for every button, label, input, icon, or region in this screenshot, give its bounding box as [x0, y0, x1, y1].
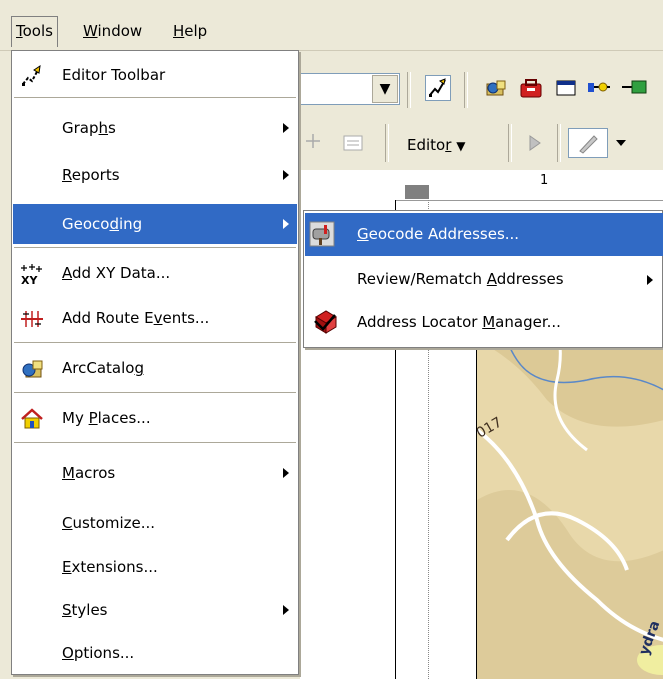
menu-separator	[14, 97, 296, 98]
editor-menu-accel: r	[445, 136, 452, 154]
address-locator-icon	[313, 309, 339, 335]
submenu-item-review-rematch[interactable]: Review/Rematch Addresses	[305, 258, 663, 301]
submenu-arrow-icon	[283, 170, 289, 180]
menu-separator	[14, 342, 296, 343]
sketch-tool-icon[interactable]	[568, 128, 608, 158]
scale-combobox[interactable]: ▼	[300, 73, 400, 105]
submenu-item-label: Address Locator Manager...	[357, 313, 561, 331]
menu-item-label: Extensions...	[62, 558, 158, 576]
command-line-icon[interactable]	[553, 75, 579, 101]
submenu-arrow-icon	[283, 123, 289, 133]
menu-item-add-xy-data[interactable]: XY Add XY Data...	[13, 253, 297, 293]
toolbar-separator	[557, 124, 561, 162]
geocoding-submenu: Geocode Addresses... Review/Rematch Addr…	[303, 210, 663, 348]
editor-toolbar-icon[interactable]	[425, 75, 451, 101]
menu-window[interactable]: Window	[79, 17, 146, 45]
menu-item-label: Graphs	[62, 119, 116, 137]
horizontal-ruler	[395, 170, 663, 201]
menu-item-label: Reports	[62, 166, 120, 184]
menu-item-label: My Places...	[62, 409, 151, 427]
menu-item-label: Add Route Events...	[62, 309, 210, 327]
menu-item-extensions[interactable]: Extensions...	[13, 547, 297, 587]
plus-icon	[300, 128, 326, 154]
submenu-item-address-locator-manager[interactable]: Address Locator Manager...	[305, 301, 663, 344]
submenu-arrow-icon	[283, 468, 289, 478]
tools-menu: Editor Toolbar Graphs Reports Geocoding …	[11, 50, 299, 675]
toolbar-separator	[508, 124, 512, 162]
menu-item-label: Geocoding	[62, 215, 143, 233]
menu-window-accel: W	[83, 22, 98, 40]
menu-item-label: Macros	[62, 464, 116, 482]
menu-help[interactable]: Help	[169, 17, 211, 45]
submenu-item-label: Review/Rematch Addresses	[357, 270, 564, 288]
menu-tools-label: ools	[22, 22, 53, 40]
menu-item-macros[interactable]: Macros	[13, 453, 297, 493]
menu-item-styles[interactable]: Styles	[13, 590, 297, 630]
menu-item-editor-toolbar[interactable]: Editor Toolbar	[13, 55, 297, 95]
menu-item-my-places[interactable]: My Places...	[13, 398, 297, 438]
menu-item-label: Styles	[62, 601, 108, 619]
submenu-arrow-icon	[283, 605, 289, 615]
menu-item-reports[interactable]: Reports	[13, 155, 297, 195]
menu-help-label: elp	[184, 22, 208, 40]
menu-item-label: Options...	[62, 644, 135, 662]
menu-item-add-route-events[interactable]: Add Route Events...	[13, 298, 297, 338]
menu-item-geocoding[interactable]: Geocoding	[13, 204, 297, 244]
mailbox-icon	[309, 221, 335, 247]
toolbar-separator	[407, 72, 411, 108]
submenu-arrow-icon	[283, 219, 289, 229]
menu-item-options[interactable]: Options...	[13, 633, 297, 673]
menu-item-graphs[interactable]: Graphs	[13, 108, 297, 148]
menu-window-label: indow	[97, 22, 143, 40]
home-icon	[19, 406, 45, 432]
map-data-frame[interactable]	[476, 300, 663, 679]
submenu-item-geocode-addresses[interactable]: Geocode Addresses...	[305, 213, 663, 256]
editor-menu-caret: ▼	[456, 139, 466, 153]
combo-dropdown-button[interactable]: ▼	[372, 75, 398, 103]
menu-separator	[14, 247, 296, 248]
menu-separator	[14, 442, 296, 443]
menu-item-label: Editor Toolbar	[62, 66, 166, 84]
menu-item-customize[interactable]: Customize...	[13, 503, 297, 543]
svg-text:XY: XY	[21, 274, 38, 286]
toolbar-separator	[385, 124, 389, 162]
ruler-indicator	[405, 185, 429, 199]
xy-data-icon: XY	[19, 261, 45, 287]
menu-item-label: Customize...	[62, 514, 156, 532]
menu-separator	[14, 392, 296, 393]
grid-icon	[340, 130, 366, 156]
toolbox-icon[interactable]	[518, 75, 544, 101]
editor-menu-button[interactable]: Editor ▼	[403, 130, 469, 160]
submenu-arrow-icon	[647, 275, 653, 285]
arccatalog-icon[interactable]	[483, 75, 509, 101]
terrain-map	[477, 300, 663, 679]
route-events-icon	[19, 306, 45, 332]
submenu-item-label: Geocode Addresses...	[357, 225, 520, 243]
model-extension-icon	[620, 75, 660, 101]
menu-bar: Tools Window Help	[0, 0, 663, 51]
arccatalog-icon	[19, 356, 45, 382]
menu-tools[interactable]: Tools	[11, 16, 58, 47]
toolbar-separator	[464, 72, 468, 108]
menu-help-accel: H	[173, 22, 185, 40]
editor-menu-label: Edito	[407, 136, 446, 154]
model-builder-icon[interactable]	[585, 75, 611, 101]
ruler-label: 1	[540, 173, 549, 188]
menu-item-label: ArcCatalog	[62, 359, 144, 377]
editor-toolbar-icon	[19, 63, 45, 89]
edit-pointer-icon[interactable]	[522, 130, 548, 156]
menu-tools-accel: T	[16, 22, 23, 40]
sketch-dropdown-icon[interactable]	[610, 130, 632, 156]
menu-item-label: Add XY Data...	[62, 264, 171, 282]
menu-item-arccatalog[interactable]: ArcCatalog	[13, 348, 297, 388]
